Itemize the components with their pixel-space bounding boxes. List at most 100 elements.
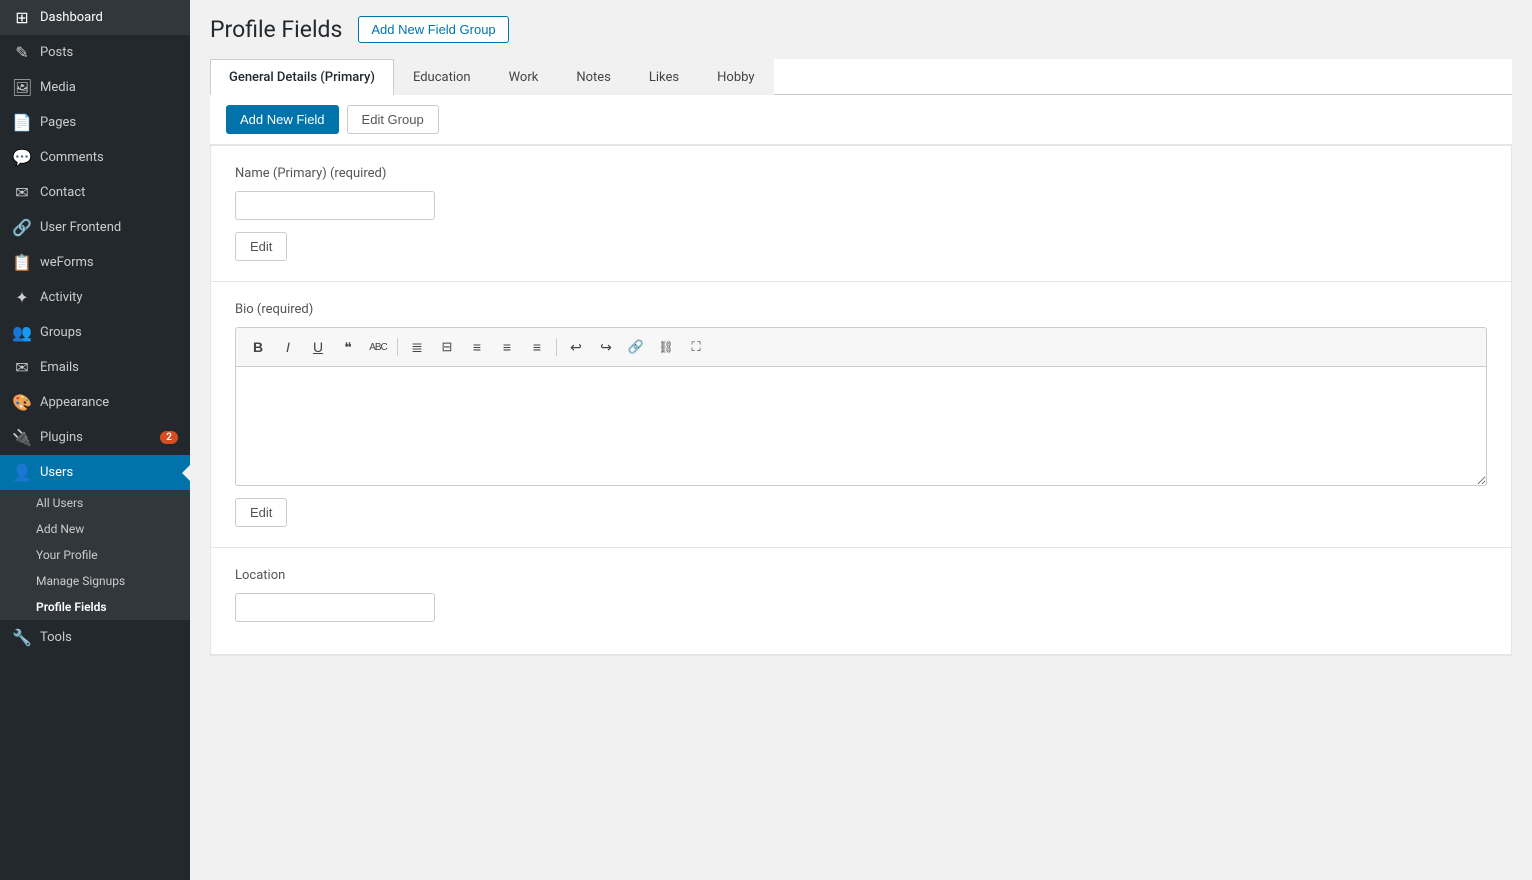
location-field-section: Location — [211, 548, 1511, 655]
sidebar-sub-item-your-profile[interactable]: Your Profile — [0, 542, 190, 568]
tab-likes[interactable]: Likes — [630, 59, 698, 95]
undo-btn[interactable]: ↩ — [562, 334, 590, 360]
sidebar-item-label: Pages — [40, 115, 178, 130]
sidebar-item-user-frontend[interactable]: 🔗 User Frontend — [0, 210, 190, 245]
bold-btn[interactable]: B — [244, 334, 272, 360]
tools-icon: 🔧 — [12, 628, 32, 647]
weforms-icon: 📋 — [12, 253, 32, 272]
contact-icon: ✉ — [12, 183, 32, 202]
name-field-section: Name (Primary) (required) Edit — [211, 146, 1511, 282]
add-new-field-button[interactable]: Add New Field — [226, 105, 339, 134]
sidebar-item-label: Activity — [40, 290, 178, 305]
user-frontend-icon: 🔗 — [12, 218, 32, 237]
sidebar-item-label: Groups — [40, 325, 178, 340]
name-field-label: Name (Primary) (required) — [235, 166, 1487, 181]
sidebar-item-label: Dashboard — [40, 10, 178, 25]
users-icon: 👤 — [12, 463, 32, 482]
bio-editor-body[interactable] — [235, 366, 1487, 486]
link-btn[interactable]: 🔗 — [622, 334, 650, 360]
add-new-field-group-button[interactable]: Add New Field Group — [358, 16, 508, 43]
tab-notes[interactable]: Notes — [557, 59, 630, 95]
sidebar-item-appearance[interactable]: 🎨 Appearance — [0, 385, 190, 420]
fullscreen-btn[interactable]: ⛶ — [682, 334, 710, 360]
blockquote-btn[interactable]: ❝ — [334, 334, 362, 360]
sidebar-sub-item-manage-signups[interactable]: Manage Signups — [0, 568, 190, 594]
sidebar-item-label: Posts — [40, 45, 178, 60]
sidebar-sub-item-profile-fields[interactable]: Profile Fields — [0, 594, 190, 620]
location-field-input[interactable] — [235, 593, 435, 622]
sidebar-item-emails[interactable]: ✉ Emails — [0, 350, 190, 385]
posts-icon: ✎ — [12, 43, 32, 62]
italic-btn[interactable]: I — [274, 334, 302, 360]
sidebar-item-label: Comments — [40, 150, 178, 165]
main-content: Profile Fields Add New Field Group Gener… — [190, 0, 1532, 880]
sidebar-item-label: User Frontend — [40, 220, 178, 235]
sidebar-item-label: Appearance — [40, 395, 178, 410]
sidebar-item-label: Tools — [40, 630, 178, 645]
sidebar-item-activity[interactable]: ✦ Activity — [0, 280, 190, 315]
align-left-btn[interactable]: ≡ — [463, 334, 491, 360]
bio-editor-toolbar: BIU❝ABC≣⊟≡≡≡↩↪🔗⛓⛶ — [235, 327, 1487, 366]
abc-btn[interactable]: ABC — [364, 334, 392, 360]
sidebar-item-comments[interactable]: 💬 Comments — [0, 140, 190, 175]
appearance-icon: 🎨 — [12, 393, 32, 412]
sidebar-item-groups[interactable]: 👥 Groups — [0, 315, 190, 350]
tab-general[interactable]: General Details (Primary) — [210, 59, 394, 95]
bio-field-edit-button[interactable]: Edit — [235, 498, 287, 527]
unlink-btn[interactable]: ⛓ — [652, 334, 680, 360]
sidebar-sub-users: All UsersAdd NewYour ProfileManage Signu… — [0, 490, 190, 620]
align-center-btn[interactable]: ≡ — [493, 334, 521, 360]
sidebar-item-users[interactable]: 👤 Users — [0, 455, 190, 490]
sidebar-item-label: Users — [40, 465, 178, 480]
underline-btn[interactable]: U — [304, 334, 332, 360]
tabs-wrapper: General Details (Primary)EducationWorkNo… — [210, 59, 1512, 656]
sidebar-item-weforms[interactable]: 📋 weForms — [0, 245, 190, 280]
bio-field-label: Bio (required) — [235, 302, 1487, 317]
sidebar-nav: ⊞ Dashboard ✎ Posts 🖼 Media 📄 Pages 💬 Co… — [0, 0, 190, 655]
location-field-label: Location — [235, 568, 1487, 583]
bio-field-section: Bio (required) BIU❝ABC≣⊟≡≡≡↩↪🔗⛓⛶ Edit — [211, 282, 1511, 548]
tab-education[interactable]: Education — [394, 59, 490, 95]
plugins-badge: 2 — [160, 431, 178, 444]
edit-group-button[interactable]: Edit Group — [347, 105, 439, 134]
name-field-input[interactable] — [235, 191, 435, 220]
sidebar-item-pages[interactable]: 📄 Pages — [0, 105, 190, 140]
sidebar-item-label: weForms — [40, 255, 178, 270]
sidebar-item-label: Contact — [40, 185, 178, 200]
sidebar-item-posts[interactable]: ✎ Posts — [0, 35, 190, 70]
dashboard-icon: ⊞ — [12, 8, 32, 27]
sidebar-item-plugins[interactable]: 🔌 Plugins 2 — [0, 420, 190, 455]
tabs-bar: General Details (Primary)EducationWorkNo… — [210, 59, 1512, 95]
sidebar-item-dashboard[interactable]: ⊞ Dashboard — [0, 0, 190, 35]
redo-btn[interactable]: ↪ — [592, 334, 620, 360]
fields-content: Name (Primary) (required) Edit Bio (requ… — [210, 145, 1512, 656]
comments-icon: 💬 — [12, 148, 32, 167]
sidebar: ⊞ Dashboard ✎ Posts 🖼 Media 📄 Pages 💬 Co… — [0, 0, 190, 880]
sidebar-sub-item-all-users[interactable]: All Users — [0, 490, 190, 516]
pages-icon: 📄 — [12, 113, 32, 132]
emails-icon: ✉ — [12, 358, 32, 377]
plugins-icon: 🔌 — [12, 428, 32, 447]
sidebar-item-tools[interactable]: 🔧 Tools — [0, 620, 190, 655]
action-row: Add New Field Edit Group — [210, 95, 1512, 145]
ol-btn[interactable]: ⊟ — [433, 334, 461, 360]
media-icon: 🖼 — [12, 78, 32, 97]
page-title: Profile Fields — [210, 16, 342, 43]
sidebar-item-media[interactable]: 🖼 Media — [0, 70, 190, 105]
activity-icon: ✦ — [12, 288, 32, 307]
sidebar-item-contact[interactable]: ✉ Contact — [0, 175, 190, 210]
groups-icon: 👥 — [12, 323, 32, 342]
align-right-btn[interactable]: ≡ — [523, 334, 551, 360]
toolbar-separator — [556, 338, 557, 356]
tab-work[interactable]: Work — [490, 59, 558, 95]
page-header: Profile Fields Add New Field Group — [210, 16, 1512, 43]
sidebar-item-label: Emails — [40, 360, 178, 375]
sidebar-item-label: Plugins — [40, 430, 152, 445]
sidebar-sub-item-add-new[interactable]: Add New — [0, 516, 190, 542]
active-arrow — [182, 465, 190, 481]
sidebar-item-label: Media — [40, 80, 178, 95]
ul-btn[interactable]: ≣ — [403, 334, 431, 360]
tab-hobby[interactable]: Hobby — [698, 59, 773, 95]
name-field-edit-button[interactable]: Edit — [235, 232, 287, 261]
toolbar-separator — [397, 338, 398, 356]
